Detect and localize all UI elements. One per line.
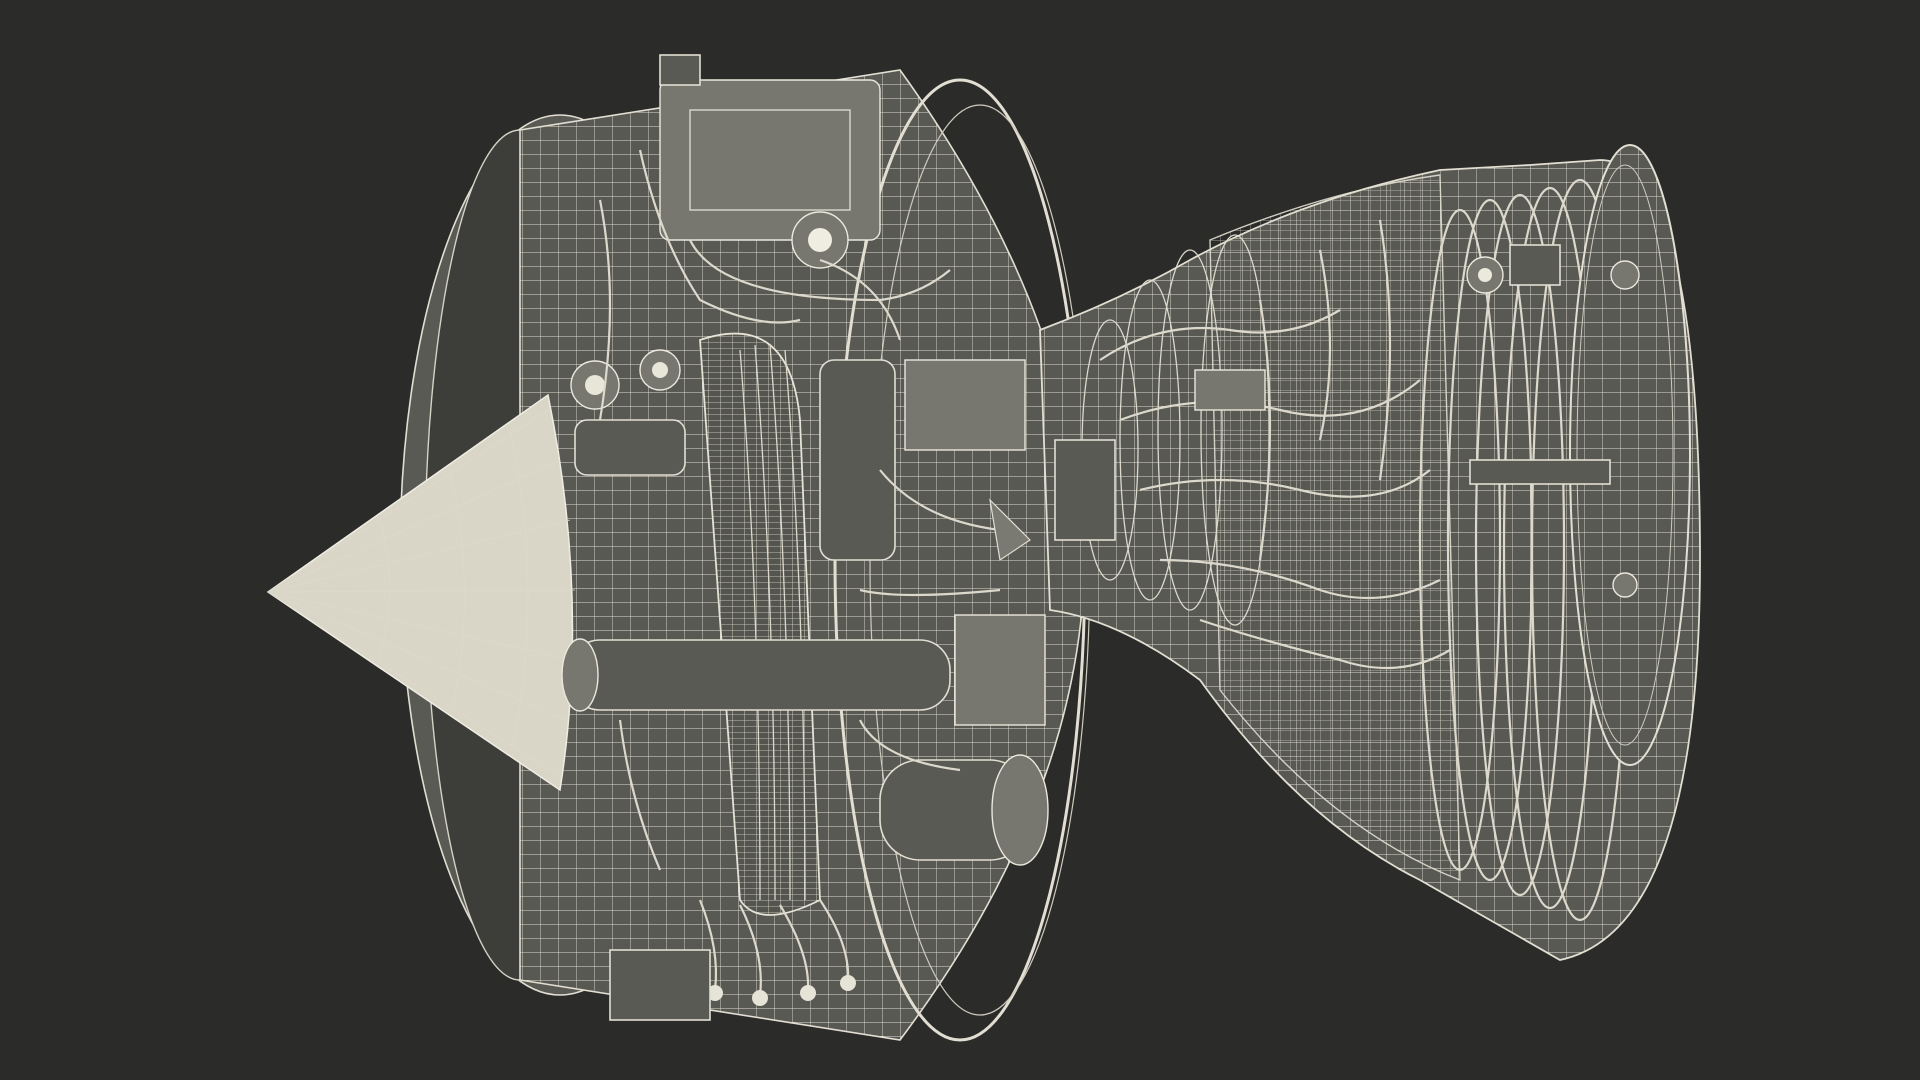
- render-viewport: [0, 0, 1920, 1080]
- bottom-mount: [609, 949, 711, 1021]
- oil-tank: [819, 359, 896, 561]
- combustor-section: [1209, 174, 1461, 882]
- engine-render: [266, 54, 1701, 1042]
- control-unit: [904, 359, 1026, 451]
- core-engine: [1039, 144, 1701, 961]
- exhaust-nozzle: [1569, 144, 1691, 766]
- accessory-gearbox: [659, 54, 881, 269]
- generator: [879, 754, 1049, 866]
